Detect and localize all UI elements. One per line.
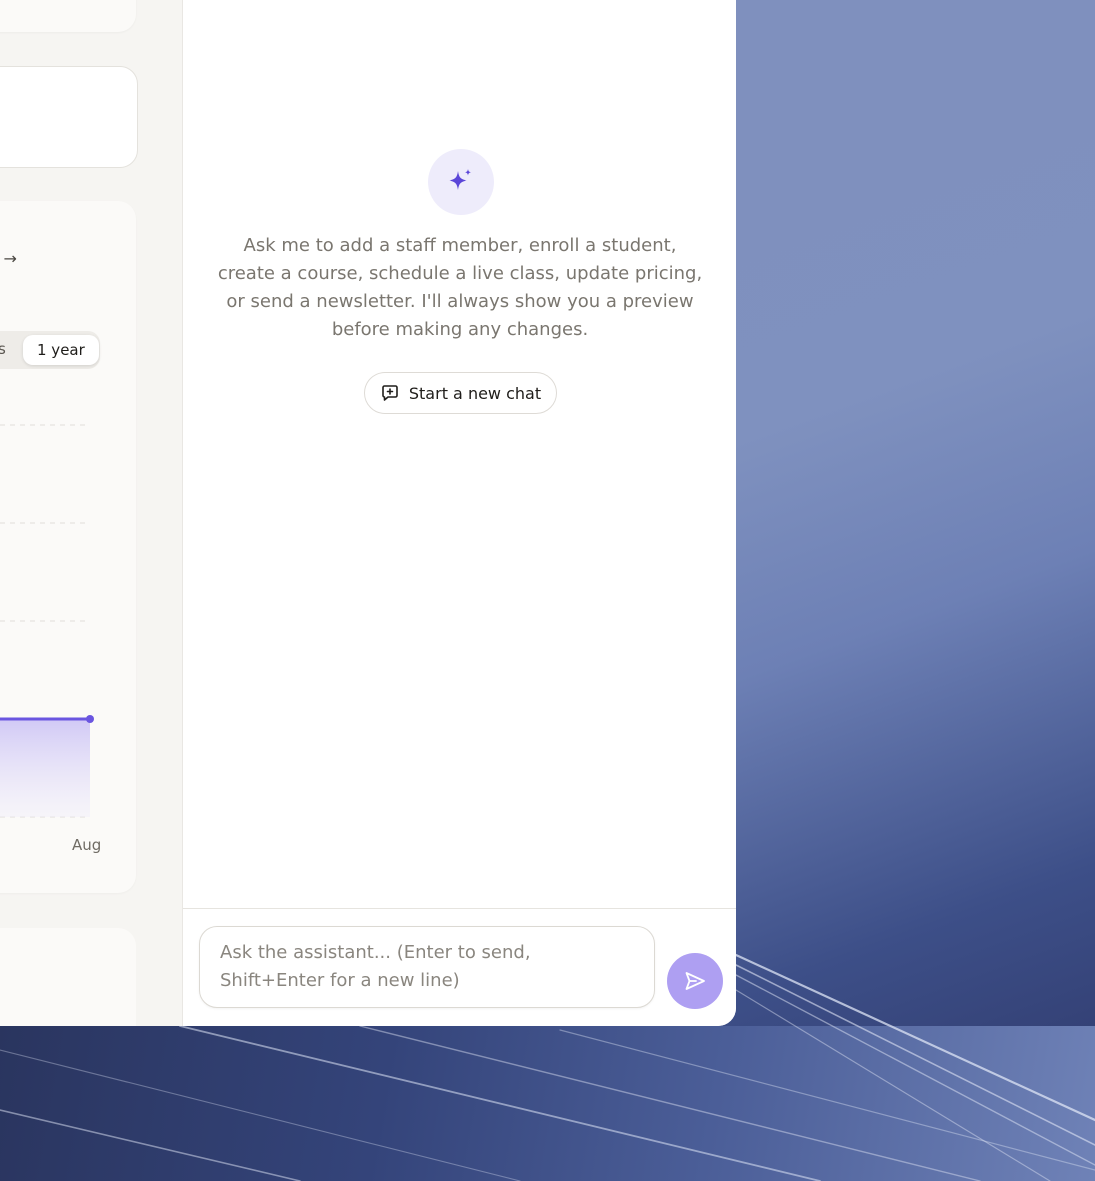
- dashboard-panel: udents → s 1 year: [0, 0, 182, 1026]
- dashboard-card-bottom: [0, 928, 136, 1026]
- chat-plus-icon: [382, 385, 398, 401]
- assistant-panel: Ask me to add a staff member, enroll a s…: [182, 0, 736, 1026]
- app-window: udents → s 1 year: [0, 0, 736, 1026]
- data-point-aug: [86, 715, 94, 723]
- students-chart: [0, 424, 94, 818]
- send-icon: [685, 972, 705, 990]
- send-button[interactable]: [667, 953, 723, 1009]
- sparkle-badge: [428, 149, 494, 215]
- sparkle-icon: [449, 169, 472, 190]
- start-new-chat-button[interactable]: Start a new chat: [364, 372, 557, 414]
- series-area: [0, 719, 90, 817]
- x-tick-label: Aug: [72, 836, 102, 854]
- composer-divider: [183, 908, 736, 909]
- assistant-message-input[interactable]: Ask the assistant... (Enter to send, Shi…: [199, 926, 655, 1008]
- assistant-intro-text: Ask me to add a staff member, enroll a s…: [217, 235, 703, 340]
- start-new-chat-label: Start a new chat: [408, 383, 542, 403]
